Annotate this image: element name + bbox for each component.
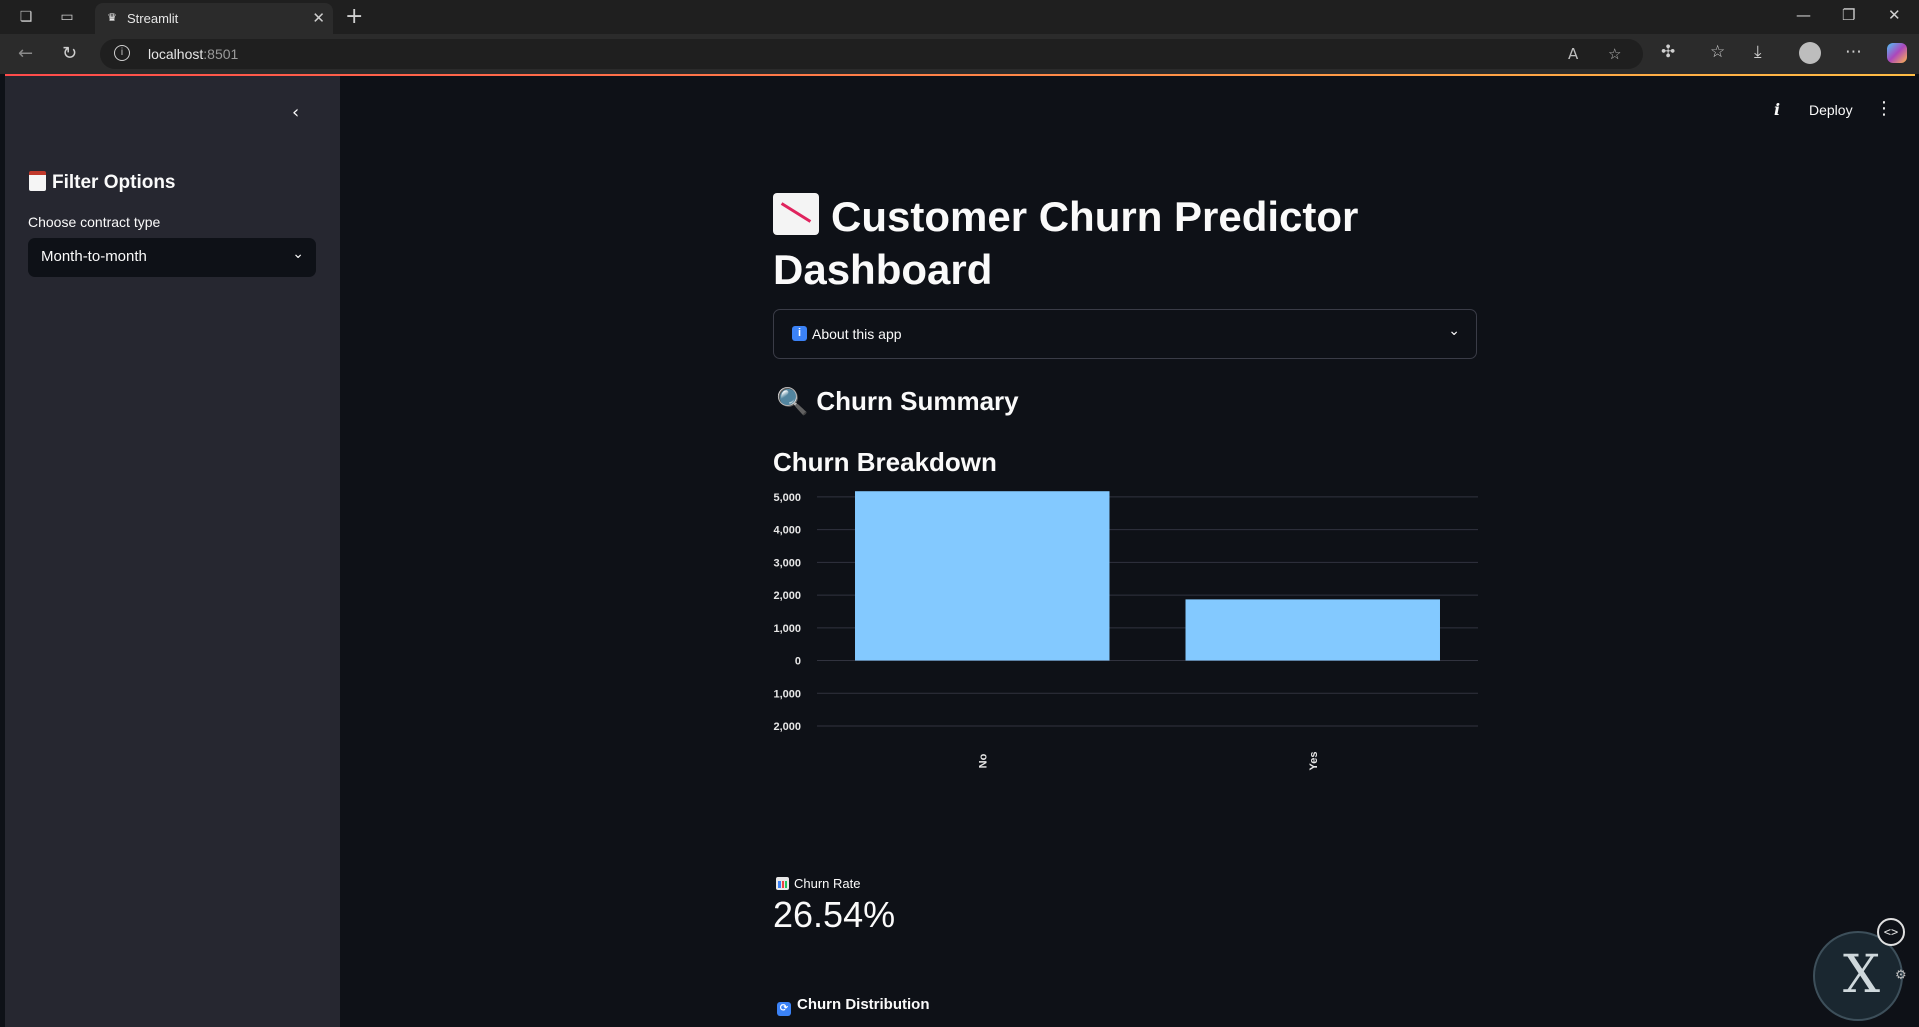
about-expander-label: About this app [812, 326, 902, 342]
profile-avatar[interactable] [1799, 42, 1821, 64]
new-tab-icon[interactable]: + [345, 4, 363, 29]
refresh-arrows-icon: ⟳ [777, 1002, 791, 1016]
churn-breakdown-chart[interactable]: 5,000 4,000 3,000 2,000 1,000 0 1,000 2,000 No Ye… [773, 486, 1483, 786]
tab-title: Streamlit [127, 11, 179, 26]
address-bar-row: ← ↻ i localhost:8501 A ☆ ✣ ☆ ⤓ ⋯ [0, 34, 1919, 74]
favorites-icon[interactable]: ☆ [1710, 42, 1725, 62]
browser-tab[interactable]: ♛ Streamlit ✕ [95, 3, 333, 34]
bar-chart-svg: 5,000 4,000 3,000 2,000 1,000 0 1,000 2,000 No Ye… [773, 491, 1478, 771]
refresh-icon[interactable]: ↻ [62, 43, 77, 64]
url-field[interactable]: i localhost:8501 A ☆ [100, 39, 1643, 69]
url-port: :8501 [203, 46, 239, 62]
extensions-icon[interactable]: ✣ [1661, 42, 1675, 62]
back-icon[interactable]: ← [18, 43, 33, 64]
code-search-icon[interactable]: <> [1877, 918, 1905, 946]
churn-distribution-heading: ⟳ Churn Distribution [777, 996, 929, 1016]
x-logo-icon: X [1843, 945, 1881, 1005]
information-icon: i [792, 326, 807, 341]
downloads-icon[interactable]: ⤓ [1754, 42, 1762, 62]
y-tick-label: 1,000 [773, 688, 801, 700]
bar-chart-icon [776, 877, 789, 890]
main-menu-icon[interactable]: ⋮ [1875, 98, 1893, 119]
contract-type-value: Month-to-month [41, 248, 147, 265]
y-tick-label: 2,000 [773, 721, 801, 733]
chart-decreasing-icon [773, 193, 819, 235]
read-aloud-icon[interactable]: A [1568, 45, 1578, 63]
churn-rate-label-text: Churn Rate [794, 876, 861, 891]
bar-yes[interactable] [1185, 599, 1440, 661]
deploy-button[interactable]: Deploy [1809, 102, 1853, 118]
churn-distribution-heading-text: Churn Distribution [797, 996, 930, 1013]
y-tick-label: 3,000 [773, 557, 801, 569]
minimize-icon[interactable]: — [1796, 6, 1811, 24]
contract-type-label: Choose contract type [28, 214, 161, 230]
streamlit-favicon-icon: ♛ [107, 11, 117, 24]
workspaces-icon[interactable]: ❏ [17, 8, 35, 26]
churn-rate-label: Churn Rate [776, 876, 860, 891]
sidebar-title: Filter Options [29, 171, 176, 194]
churn-breakdown-heading: Churn Breakdown [773, 447, 997, 477]
copilot-icon[interactable] [1887, 43, 1907, 63]
churn-rate-value: 26.54% [773, 894, 896, 935]
churn-summary-heading-text: Churn Summary [816, 386, 1019, 416]
sidebar: ‹ Filter Options Choose contract type Mo… [5, 76, 340, 1027]
contract-type-select[interactable]: Month-to-month ⌄ [28, 238, 316, 277]
info-icon[interactable]: i [1774, 100, 1780, 119]
tab-actions-icon[interactable]: ▭ [58, 8, 76, 26]
browser-tab-bar: ❏ ▭ ♛ Streamlit ✕ + — ❐ ✕ [0, 0, 1919, 34]
page-title-text: Customer Churn Predictor Dashboard [773, 193, 1359, 293]
main-content: i Deploy ⋮ Customer Churn Predictor Dash… [340, 76, 1915, 1027]
gear-icon[interactable]: ⚙ [1895, 968, 1907, 983]
url-text: localhost:8501 [148, 46, 238, 62]
y-tick-label: 4,000 [773, 525, 801, 537]
clipboard-icon [29, 171, 46, 191]
x-tick-label: Yes [1308, 752, 1320, 771]
page-title: Customer Churn Predictor Dashboard [773, 190, 1393, 296]
url-host: localhost [148, 46, 204, 62]
chevron-down-icon: ⌄ [292, 246, 304, 262]
close-tab-icon[interactable]: ✕ [312, 9, 325, 27]
more-menu-icon[interactable]: ⋯ [1845, 42, 1862, 62]
magnifier-icon: 🔍 [776, 387, 809, 417]
x-tick-label: No [977, 753, 989, 768]
chevron-down-icon: ⌄ [1448, 323, 1460, 339]
y-tick-label: 1,000 [773, 623, 801, 635]
collapse-sidebar-icon[interactable]: ‹ [292, 102, 299, 123]
restore-icon[interactable]: ❐ [1842, 6, 1855, 24]
bar-no[interactable] [855, 491, 1110, 661]
close-window-icon[interactable]: ✕ [1888, 6, 1901, 24]
y-tick-label: 2,000 [773, 590, 801, 602]
y-tick-label: 0 [795, 656, 801, 668]
favorite-star-icon[interactable]: ☆ [1608, 45, 1621, 63]
site-info-icon[interactable]: i [114, 45, 130, 61]
sidebar-title-text: Filter Options [52, 172, 176, 193]
about-expander[interactable]: i About this app ⌄ [773, 309, 1477, 359]
churn-summary-heading: 🔍 Churn Summary [776, 386, 1019, 417]
y-tick-label: 5,000 [773, 492, 801, 504]
